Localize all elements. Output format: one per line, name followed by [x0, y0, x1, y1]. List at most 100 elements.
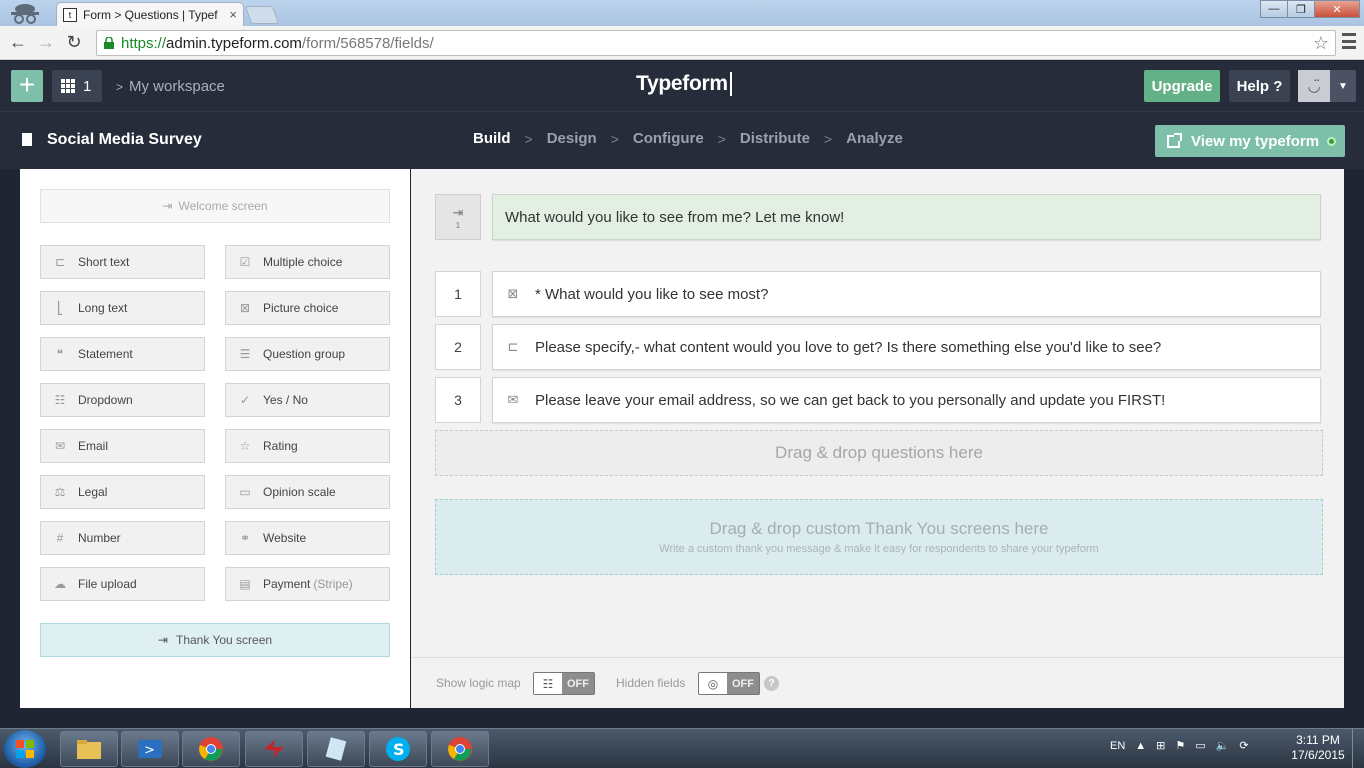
create-plus-button[interactable]: + — [11, 70, 43, 102]
view-my-typeform-button[interactable]: View my typeform — [1155, 125, 1345, 157]
action-center-flag-icon[interactable]: ⚑ — [1175, 739, 1185, 752]
lock-icon — [104, 37, 114, 49]
skype-icon: S — [386, 737, 410, 761]
welcome-screen-marker: ⇥ 1 — [435, 194, 481, 240]
powershell-icon: > — [138, 740, 162, 758]
account-menu-button[interactable]: ◡̈ ▼ — [1298, 70, 1356, 102]
qtype-short-text[interactable]: ⊏ Short text — [40, 245, 205, 279]
help-circle-icon[interactable]: ? — [764, 676, 779, 691]
qtype-yes-no[interactable]: ✓ Yes / No — [225, 383, 390, 417]
drop-thank-you-zone[interactable]: Drag & drop custom Thank You screens her… — [435, 499, 1323, 575]
qtype-statement[interactable]: ❝ Statement — [40, 337, 205, 371]
sync-icon[interactable]: ⟳ — [1239, 739, 1248, 752]
qtype-number[interactable]: # Number — [40, 521, 205, 555]
qtype-picture-choice[interactable]: ⊠ Picture choice — [225, 291, 390, 325]
grid-icon — [61, 79, 75, 93]
qtype-label: Dropdown — [78, 393, 133, 407]
avatar-icon: ◡̈ — [1298, 70, 1330, 102]
question-card[interactable]: ⊏ Please specify,- what content would yo… — [492, 324, 1321, 370]
qtype-label: Legal — [78, 485, 108, 499]
apps-button[interactable]: 1 — [52, 70, 102, 102]
qtype-email[interactable]: ✉ Email — [40, 429, 205, 463]
app-header: + 1 > My workspace Typeform Upgrade Help … — [0, 61, 1364, 111]
form-builder-canvas: ⇥ 1 What would you like to see from me? … — [411, 169, 1344, 708]
question-types-panel: ⇥ Welcome screen ⊏ Short text ☑ Multiple c… — [20, 169, 410, 708]
qtype-dropdown[interactable]: ☷ Dropdown — [40, 383, 205, 417]
qtype-file-upload[interactable]: ☁ File upload — [40, 567, 205, 601]
start-button[interactable] — [4, 730, 46, 768]
dropdown-icon: ☷ — [54, 393, 66, 407]
welcome-screen-button[interactable]: ⇥ Welcome screen — [40, 189, 390, 223]
drop-questions-zone[interactable]: Drag & drop questions here — [435, 430, 1323, 476]
qtype-legal[interactable]: ⚖ Legal — [40, 475, 205, 509]
question-number: 3 — [435, 377, 481, 423]
browser-menu-icon[interactable] — [1342, 33, 1356, 49]
chrome-icon — [199, 737, 223, 761]
qtype-label: Rating — [263, 439, 298, 453]
tab-title: Form > Questions | Typef — [83, 7, 218, 22]
taskbar-notepad[interactable] — [307, 731, 365, 767]
picture-choice-icon: ⊠ — [507, 286, 519, 301]
chevron-right-icon: > — [823, 130, 833, 147]
back-arrow-icon[interactable]: ← — [4, 32, 32, 53]
form-title[interactable]: Social Media Survey — [47, 131, 202, 149]
taskbar-powershell[interactable]: > — [121, 731, 179, 767]
forward-arrow-icon[interactable]: → — [32, 32, 60, 53]
typeform-logo: Typeform — [636, 72, 732, 97]
question-card[interactable]: ✉ Please leave your email address, so we… — [492, 377, 1321, 423]
upgrade-button[interactable]: Upgrade — [1144, 70, 1220, 102]
close-window-button[interactable]: ✕ — [1314, 0, 1360, 18]
tab-build[interactable]: Build — [473, 130, 511, 147]
language-indicator[interactable]: EN — [1110, 740, 1125, 752]
qtype-multiple-choice[interactable]: ☑ Multiple choice — [225, 245, 390, 279]
taskbar-filezilla[interactable] — [245, 731, 303, 767]
qtype-opinion-scale[interactable]: ▭ Opinion scale — [225, 475, 390, 509]
system-clock[interactable]: 3:11 PM 17/6/2015 — [1288, 733, 1348, 763]
address-bar[interactable]: https:// admin.typeform.com /form/568578… — [96, 30, 1336, 56]
reload-icon[interactable]: ↻ — [60, 32, 88, 53]
tab-close-icon[interactable]: × — [229, 7, 237, 22]
qtype-question-group[interactable]: ☰ Question group — [225, 337, 390, 371]
qtype-long-text[interactable]: ⎣ Long text — [40, 291, 205, 325]
qtype-rating[interactable]: ☆ Rating — [225, 429, 390, 463]
tab-design[interactable]: Design — [547, 130, 597, 147]
taskbar-chrome-2[interactable] — [431, 731, 489, 767]
help-button[interactable]: Help ? — [1229, 70, 1290, 102]
incognito-icon — [11, 4, 39, 24]
qtype-label: File upload — [78, 577, 137, 591]
welcome-screen-card[interactable]: What would you like to see from me? Let … — [492, 194, 1321, 240]
short-text-icon: ⊏ — [54, 255, 66, 269]
qtype-website[interactable]: ⚭ Website — [225, 521, 390, 555]
minimize-button[interactable]: — — [1260, 0, 1288, 18]
qtype-label: Yes / No — [263, 393, 308, 407]
tab-configure[interactable]: Configure — [633, 130, 704, 147]
thank-you-screen-button[interactable]: ⇥ Thank You screen — [40, 623, 390, 657]
url-protocol: https:// — [121, 34, 167, 52]
tab-analyze[interactable]: Analyze — [846, 130, 903, 147]
tray-expand-icon[interactable]: ▲ — [1135, 740, 1146, 752]
question-card[interactable]: ⊠ * What would you like to see most? — [492, 271, 1321, 317]
tab-distribute[interactable]: Distribute — [740, 130, 810, 147]
qtype-payment[interactable]: ▤ Payment (Stripe) — [225, 567, 390, 601]
logic-map-toggle[interactable]: ☷ OFF — [533, 672, 595, 695]
browser-titlebar: t Form > Questions | Typef × — ❐ ✕ — [0, 0, 1364, 26]
network-icon[interactable]: ▭ — [1195, 739, 1205, 752]
workspace-breadcrumb[interactable]: > My workspace — [116, 78, 225, 95]
maximize-button[interactable]: ❐ — [1287, 0, 1315, 18]
question-number: 1 — [435, 271, 481, 317]
browser-tab[interactable]: t Form > Questions | Typef × — [56, 2, 244, 26]
hidden-fields-state: OFF — [732, 677, 754, 690]
taskbar-chrome[interactable] — [182, 731, 240, 767]
chevron-right-icon: > — [610, 130, 619, 147]
hidden-fields-label: Hidden fields — [616, 676, 686, 690]
volume-icon[interactable]: 🔈 — [1216, 739, 1230, 752]
taskbar-skype[interactable]: S — [369, 731, 427, 767]
windows-flag-icon[interactable]: ⊞ — [1156, 739, 1165, 752]
statement-icon: ❝ — [56, 347, 64, 361]
taskbar-explorer[interactable] — [60, 731, 118, 767]
bookmark-star-icon[interactable]: ☆ — [1313, 33, 1329, 54]
show-desktop-button[interactable] — [1352, 729, 1364, 768]
new-tab-button[interactable] — [244, 6, 280, 24]
hidden-fields-toggle[interactable]: ◎ OFF — [698, 672, 760, 695]
external-link-icon — [1167, 132, 1182, 148]
